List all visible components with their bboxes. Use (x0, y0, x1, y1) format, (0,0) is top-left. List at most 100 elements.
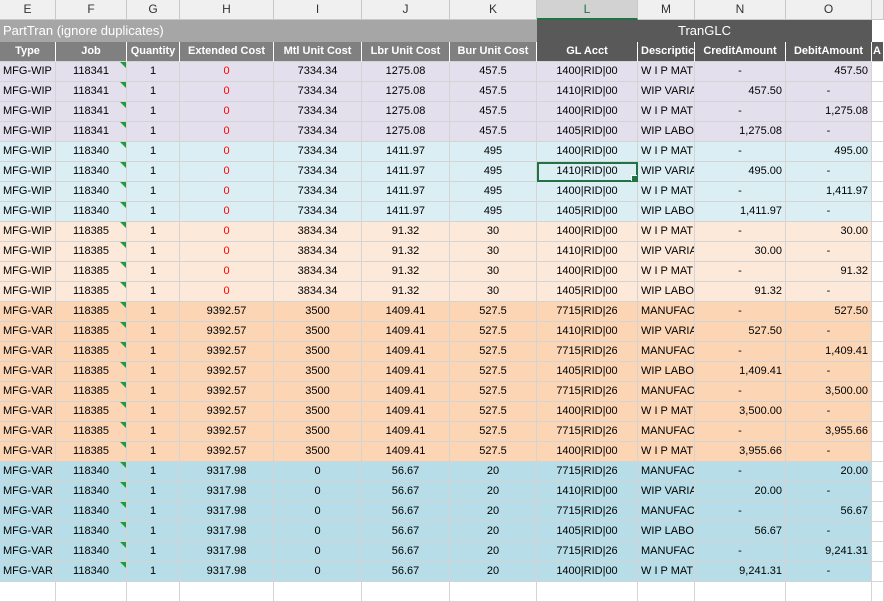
job-cell[interactable]: 118385 (56, 262, 127, 282)
group-header-spacer[interactable] (872, 20, 884, 42)
debit-amount-cell[interactable]: 3,955.66 (786, 422, 872, 442)
bur-unit-cost-cell[interactable]: 20 (450, 562, 537, 582)
type-cell[interactable]: MFG-VAR (0, 422, 56, 442)
credit-amount-cell[interactable]: - (695, 502, 786, 522)
description-cell[interactable]: W I P MATE (638, 182, 695, 202)
debit-amount-cell[interactable]: 495.00 (786, 142, 872, 162)
quantity-cell[interactable]: 1 (127, 382, 180, 402)
bur-unit-cost-cell[interactable]: 495 (450, 202, 537, 222)
credit-amount-cell[interactable]: - (695, 62, 786, 82)
job-cell[interactable]: 118340 (56, 182, 127, 202)
job-cell[interactable]: 118385 (56, 242, 127, 262)
job-cell[interactable]: 118340 (56, 162, 127, 182)
description-cell[interactable]: MANUFACT (638, 462, 695, 482)
mtl-unit-cost-cell[interactable]: 3500 (274, 442, 362, 462)
type-cell[interactable]: MFG-WIP (0, 282, 56, 302)
lbr-unit-cost-cell[interactable]: 91.32 (362, 222, 450, 242)
lbr-unit-cost-cell[interactable]: 1275.08 (362, 82, 450, 102)
gl-acct-cell[interactable]: 1410|RID|00 (537, 162, 638, 182)
gl-acct-cell[interactable]: 1405|RID|00 (537, 362, 638, 382)
column-header-g[interactable]: G (127, 0, 180, 20)
description-cell[interactable]: W I P MATE (638, 402, 695, 422)
debit-amount-cell[interactable]: - (786, 82, 872, 102)
gl-acct-cell[interactable]: 7715|RID|26 (537, 422, 638, 442)
extended-cost-cell[interactable]: 0 (180, 262, 274, 282)
extended-cost-cell[interactable]: 9392.57 (180, 362, 274, 382)
quantity-cell[interactable]: 1 (127, 102, 180, 122)
lbr-unit-cost-cell[interactable]: 1409.41 (362, 422, 450, 442)
empty-cell[interactable] (786, 582, 872, 602)
credit-amount-cell[interactable]: - (695, 342, 786, 362)
bur-unit-cost-cell[interactable]: 30 (450, 262, 537, 282)
type-cell[interactable]: MFG-VAR (0, 442, 56, 462)
mtl-unit-cost-cell[interactable]: 3500 (274, 322, 362, 342)
job-cell[interactable]: 118385 (56, 362, 127, 382)
type-cell[interactable]: MFG-WIP (0, 222, 56, 242)
tranglc-group-header[interactable]: TranGLC (537, 20, 872, 42)
empty-cell[interactable] (872, 322, 884, 342)
quantity-cell[interactable]: 1 (127, 82, 180, 102)
credit-amount-cell[interactable]: - (695, 382, 786, 402)
quantity-cell[interactable]: 1 (127, 562, 180, 582)
credit-amount-cell[interactable]: 1,275.08 (695, 122, 786, 142)
extended-cost-cell[interactable]: 9317.98 (180, 482, 274, 502)
type-cell[interactable]: MFG-VAR (0, 502, 56, 522)
credit-amount-cell[interactable]: 91.32 (695, 282, 786, 302)
type-cell[interactable]: MFG-VAR (0, 302, 56, 322)
bur-unit-cost-cell[interactable]: 495 (450, 162, 537, 182)
mtl-unit-cost-cell[interactable]: 3834.34 (274, 282, 362, 302)
job-cell[interactable]: 118341 (56, 82, 127, 102)
extended-cost-cell[interactable]: 9392.57 (180, 402, 274, 422)
quantity-cell[interactable]: 1 (127, 502, 180, 522)
empty-cell[interactable] (872, 162, 884, 182)
gl-acct-cell[interactable]: 1400|RID|00 (537, 142, 638, 162)
empty-cell[interactable] (872, 122, 884, 142)
empty-cell[interactable] (872, 262, 884, 282)
job-cell[interactable]: 118341 (56, 122, 127, 142)
header-credit-amount[interactable]: CreditAmount (695, 42, 786, 62)
empty-cell[interactable] (872, 482, 884, 502)
description-cell[interactable]: WIP VARIA (638, 322, 695, 342)
debit-amount-cell[interactable]: 20.00 (786, 462, 872, 482)
lbr-unit-cost-cell[interactable]: 91.32 (362, 242, 450, 262)
type-cell[interactable]: MFG-WIP (0, 242, 56, 262)
debit-amount-cell[interactable]: 1,275.08 (786, 102, 872, 122)
bur-unit-cost-cell[interactable]: 495 (450, 142, 537, 162)
extended-cost-cell[interactable]: 9317.98 (180, 542, 274, 562)
gl-acct-cell[interactable]: 7715|RID|26 (537, 542, 638, 562)
gl-acct-cell[interactable]: 1400|RID|00 (537, 182, 638, 202)
job-cell[interactable]: 118385 (56, 342, 127, 362)
debit-amount-cell[interactable]: 527.50 (786, 302, 872, 322)
job-cell[interactable]: 118341 (56, 62, 127, 82)
type-cell[interactable]: MFG-WIP (0, 82, 56, 102)
quantity-cell[interactable]: 1 (127, 482, 180, 502)
empty-cell[interactable] (872, 102, 884, 122)
header-gl-acct[interactable]: GL Acct (537, 42, 638, 62)
extended-cost-cell[interactable]: 0 (180, 62, 274, 82)
debit-amount-cell[interactable]: - (786, 522, 872, 542)
credit-amount-cell[interactable]: - (695, 302, 786, 322)
type-cell[interactable]: MFG-VAR (0, 462, 56, 482)
mtl-unit-cost-cell[interactable]: 3500 (274, 342, 362, 362)
credit-amount-cell[interactable]: - (695, 222, 786, 242)
extended-cost-cell[interactable]: 0 (180, 202, 274, 222)
empty-cell[interactable] (872, 342, 884, 362)
gl-acct-cell[interactable]: 7715|RID|26 (537, 382, 638, 402)
header-job[interactable]: Job (56, 42, 127, 62)
gl-acct-cell[interactable]: 1400|RID|00 (537, 442, 638, 462)
quantity-cell[interactable]: 1 (127, 262, 180, 282)
extended-cost-cell[interactable]: 0 (180, 102, 274, 122)
column-header-e[interactable]: E (0, 0, 56, 20)
bur-unit-cost-cell[interactable]: 457.5 (450, 62, 537, 82)
description-cell[interactable]: WIP LABOR (638, 522, 695, 542)
gl-acct-cell[interactable]: 1405|RID|00 (537, 202, 638, 222)
gl-acct-cell[interactable]: 1410|RID|00 (537, 82, 638, 102)
description-cell[interactable]: MANUFACT (638, 542, 695, 562)
bur-unit-cost-cell[interactable]: 495 (450, 182, 537, 202)
mtl-unit-cost-cell[interactable]: 3500 (274, 422, 362, 442)
credit-amount-cell[interactable]: 3,955.66 (695, 442, 786, 462)
gl-acct-cell[interactable]: 1410|RID|00 (537, 242, 638, 262)
lbr-unit-cost-cell[interactable]: 1275.08 (362, 122, 450, 142)
column-header-m[interactable]: M (638, 0, 695, 20)
job-cell[interactable]: 118385 (56, 222, 127, 242)
